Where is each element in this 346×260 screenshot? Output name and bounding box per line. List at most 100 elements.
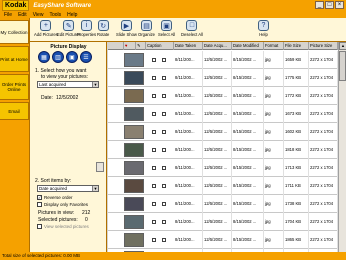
table-cell: 2272 x 1704 (309, 69, 338, 87)
column-header[interactable]: File Size (284, 42, 309, 50)
view-select[interactable]: Last acquired ▼ (37, 81, 99, 88)
properties-button[interactable]: i Properties (77, 20, 96, 37)
row-checkbox[interactable] (152, 58, 156, 62)
menu-view[interactable]: View (33, 12, 44, 18)
slide-show-button[interactable]: ▶ Slide Show (116, 20, 137, 37)
table-row[interactable]: 8/11/200...12/5/2002 ...8/15/2002 ...jpg… (108, 213, 338, 231)
add-pictures-button[interactable]: + Add Pictures (34, 20, 58, 37)
tab-my-collection[interactable]: My Collection (0, 20, 29, 44)
tab-print-at-home[interactable]: Print at Home (0, 46, 29, 72)
row-checkbox[interactable] (152, 184, 156, 188)
column-header[interactable]: ♥ (124, 42, 136, 50)
favorites-only-checkbox[interactable]: Display only Favorites (37, 202, 88, 207)
rotate-button[interactable]: ↻ Rotate (97, 20, 109, 37)
table-cell: 12/5/2002 ... (203, 87, 232, 105)
row-checkbox[interactable] (162, 202, 166, 206)
panel-scroll-box[interactable] (96, 162, 104, 172)
menu-help[interactable]: Help (67, 12, 77, 18)
row-checkbox[interactable] (152, 94, 156, 98)
picture-thumbnail[interactable] (124, 197, 144, 211)
row-checkbox[interactable] (152, 238, 156, 242)
column-header[interactable]: Format (264, 42, 284, 50)
details-view-icon[interactable]: ☰ (80, 51, 92, 63)
row-checkbox[interactable] (152, 112, 156, 116)
column-header[interactable]: Picture Size (309, 42, 338, 50)
row-checkbox[interactable] (152, 202, 156, 206)
picture-thumbnail[interactable] (124, 161, 144, 175)
table-row[interactable]: 8/11/200...12/5/2002 ...8/15/2002 ...jpg… (108, 87, 338, 105)
row-checkbox[interactable] (152, 166, 156, 170)
view-selected-checkbox[interactable]: View selected pictures (37, 224, 89, 229)
table-row[interactable]: 8/11/200...12/5/2002 ...8/15/2002 ...jpg… (108, 159, 338, 177)
help-button[interactable]: ? Help (258, 20, 269, 37)
row-checkbox[interactable] (152, 220, 156, 224)
row-checkbox[interactable] (152, 148, 156, 152)
column-header[interactable]: Caption (146, 42, 174, 50)
row-checkbox[interactable] (162, 166, 166, 170)
thumbnail-view-icon[interactable]: ▦ (38, 51, 50, 63)
column-header[interactable]: Date Modified (232, 42, 264, 50)
reverse-order-checkbox[interactable]: ✓ Reverse order (37, 195, 73, 200)
picture-thumbnail[interactable] (124, 143, 144, 157)
table-row[interactable]: 8/11/200...12/5/2002 ...8/15/2002 ...jpg… (108, 123, 338, 141)
row-checkbox[interactable] (162, 130, 166, 134)
table-row[interactable]: 8/11/200...12/5/2002 ...8/15/2002 ...jpg… (108, 105, 338, 123)
menu-tools[interactable]: Tools (49, 12, 61, 18)
table-row[interactable]: 8/11/200...12/5/2002 ...8/15/2002 ...jpg… (108, 69, 338, 87)
table-cell: jpg (264, 69, 284, 87)
close-button[interactable]: × (335, 1, 344, 9)
menu-file[interactable]: File (4, 12, 12, 18)
window-controls: _ □ × (315, 1, 344, 9)
menu-edit[interactable]: Edit (18, 12, 27, 18)
table-row[interactable]: 8/11/200...12/5/2002 ...8/15/2002 ...jpg… (108, 51, 338, 69)
table-row[interactable]: 8/11/200...12/5/2002 ...8/15/2002 ...jpg… (108, 177, 338, 195)
picture-thumbnail[interactable] (124, 89, 144, 103)
row-checkbox[interactable] (162, 238, 166, 242)
select-all-button[interactable]: ▣ Select All (158, 20, 175, 37)
vertical-scrollbar[interactable]: ▲ (338, 42, 346, 252)
row-checkbox[interactable] (162, 94, 166, 98)
table-cell: 2272 x 1704 (309, 159, 338, 177)
picture-thumbnail[interactable] (124, 233, 144, 247)
picture-thumbnail[interactable] (124, 71, 144, 85)
row-checkbox[interactable] (162, 76, 166, 80)
column-header[interactable]: ✎ (136, 42, 146, 50)
pictures-in-view-label: Pictures in view: (38, 210, 75, 216)
table-cell: jpg (264, 105, 284, 123)
table-row[interactable]: 8/11/200...12/5/2002 ...8/15/2002 ...jpg… (108, 195, 338, 213)
table-cell: jpg (264, 213, 284, 231)
table-cell: 8/15/2002 ... (232, 105, 264, 123)
row-checkbox[interactable] (162, 58, 166, 62)
deselect-all-button[interactable]: □ Deselect All (181, 20, 203, 37)
tab-email[interactable]: Email (0, 102, 29, 120)
column-header[interactable]: Date Taken (174, 42, 203, 50)
picture-thumbnail[interactable] (124, 179, 144, 193)
picture-thumbnail[interactable] (124, 215, 144, 229)
table-row[interactable]: 8/11/200...12/5/2002 ...8/15/2002 ...jpg… (108, 231, 338, 249)
table-row[interactable]: 8/11/200...12/5/2002 ...8/15/2002 ...jpg… (108, 141, 338, 159)
scroll-thumb[interactable] (339, 51, 346, 81)
list-view-icon[interactable]: ▥ (52, 51, 64, 63)
picture-thumbnail[interactable] (124, 125, 144, 139)
row-checkbox[interactable] (162, 112, 166, 116)
sort-select[interactable]: Date acquired ▼ (37, 185, 99, 192)
row-checkbox[interactable] (152, 76, 156, 80)
toolbar-label: Slide Show (116, 32, 137, 37)
table-cell: jpg (264, 159, 284, 177)
large-view-icon[interactable]: ▣ (66, 51, 78, 63)
column-header[interactable] (108, 42, 124, 50)
organize-button[interactable]: ▤ Organize (138, 20, 155, 37)
minimize-button[interactable]: _ (315, 1, 324, 9)
column-header[interactable]: Date Acqu... (203, 42, 232, 50)
picture-thumbnail[interactable] (124, 107, 144, 121)
row-checkbox[interactable] (162, 220, 166, 224)
row-checkbox[interactable] (152, 130, 156, 134)
add-pictures-icon: + (40, 20, 52, 31)
scroll-up-icon[interactable]: ▲ (339, 42, 346, 50)
row-checkbox[interactable] (162, 148, 166, 152)
tab-order-prints-online[interactable]: Order Prints Online (0, 74, 29, 100)
picture-thumbnail[interactable] (124, 53, 144, 67)
maximize-button[interactable]: □ (325, 1, 334, 9)
row-checkbox[interactable] (162, 184, 166, 188)
table-cell: 8/15/2002 ... (232, 87, 264, 105)
